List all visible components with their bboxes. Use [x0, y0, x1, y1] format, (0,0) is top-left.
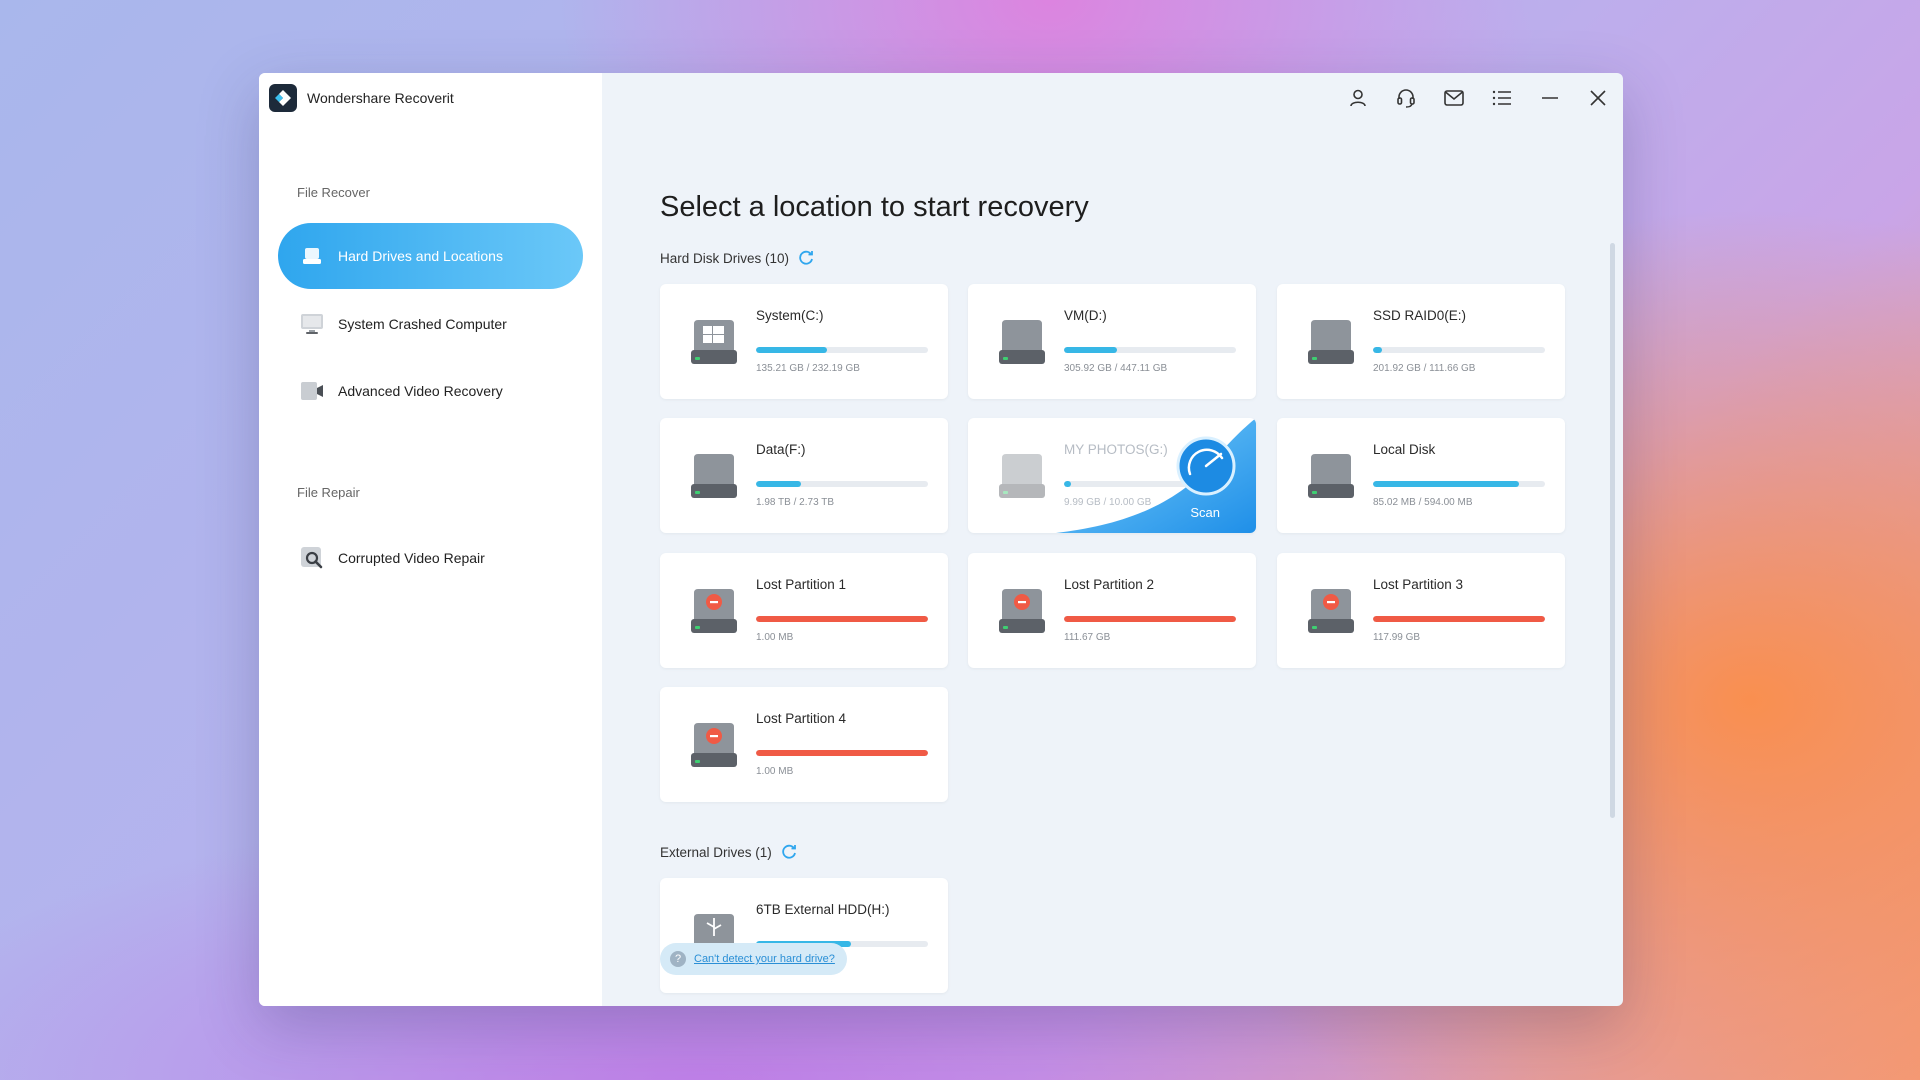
drive-card[interactable]: MY PHOTOS(G:) 9.99 GB / 10.00 GB Scan	[968, 418, 1256, 533]
drive-size: 1.00 MB	[756, 632, 794, 643]
drive-name: 6TB External HDD(H:)	[756, 902, 890, 917]
usage-bar	[756, 481, 928, 487]
section-file-repair: File Repair	[297, 485, 360, 500]
drive-size: 201.92 GB / 111.66 GB	[1373, 363, 1476, 374]
menu-icon[interactable]	[1487, 83, 1517, 113]
drive-card[interactable]: 6TB External HDD(H:)	[660, 878, 948, 993]
monitor-icon	[300, 313, 324, 335]
drive-card[interactable]: Lost Partition 3 117.99 GB	[1277, 553, 1565, 668]
external-drives-header: External Drives (1)	[660, 843, 798, 861]
usage-bar-fill	[1064, 347, 1118, 353]
sidebar-item-corrupted-video-repair[interactable]: Corrupted Video Repair	[278, 525, 583, 591]
drive-size: 117.99 GB	[1373, 632, 1421, 643]
scrollbar[interactable]	[1610, 243, 1615, 818]
question-icon: ?	[670, 951, 686, 967]
drive-card[interactable]: Lost Partition 4 1.00 MB	[660, 687, 948, 802]
drive-size: 305.92 GB / 447.11 GB	[1064, 363, 1168, 374]
usage-bar	[1373, 347, 1545, 353]
cant-detect-drive-link[interactable]: Can't detect your hard drive?	[694, 953, 835, 965]
drive-name: Data(F:)	[756, 442, 806, 457]
drive-name: Lost Partition 2	[1064, 577, 1155, 592]
hard-disk-drives-header: Hard Disk Drives (10)	[660, 249, 815, 267]
drive-card[interactable]: Lost Partition 2 111.67 GB	[968, 553, 1256, 668]
help-pill: ? Can't detect your hard drive?	[660, 943, 847, 975]
windows-drive-icon	[688, 318, 740, 368]
drive-size: 1.98 TB / 2.73 TB	[756, 497, 835, 508]
drive-card[interactable]: Local Disk 85.02 MB / 594.00 MB	[1277, 418, 1565, 533]
usage-bar-fill	[756, 481, 801, 487]
main-panel: Select a location to start recovery Hard…	[602, 73, 1623, 1006]
drive-name: Lost Partition 4	[756, 711, 847, 726]
usage-bar	[756, 750, 928, 756]
sidebar-item-label: Advanced Video Recovery	[338, 383, 503, 399]
refresh-icon[interactable]	[797, 249, 815, 267]
sidebar-item-label: Corrupted Video Repair	[338, 550, 485, 566]
mail-icon[interactable]	[1439, 83, 1469, 113]
drive-name: VM(D:)	[1064, 308, 1107, 323]
drive-name: Lost Partition 3	[1373, 577, 1464, 592]
usage-bar	[756, 616, 928, 622]
drive-card[interactable]: System(C:) 135.21 GB / 232.19 GB	[660, 284, 948, 399]
sidebar: Wondershare Recoverit File Recover Hard …	[259, 73, 602, 1006]
usage-bar	[1373, 616, 1545, 622]
lost-partition-icon	[1305, 587, 1357, 637]
hard-drive-icon	[300, 245, 324, 267]
video-repair-icon	[300, 547, 324, 569]
usage-bar-fill	[1373, 616, 1545, 622]
hard-drive-icon	[688, 452, 740, 502]
drive-size: 135.21 GB / 232.19 GB	[756, 363, 860, 374]
section-file-recover: File Recover	[297, 185, 370, 200]
scan-button-label[interactable]: Scan	[1190, 505, 1220, 520]
drive-card[interactable]: SSD RAID0(E:) 201.92 GB / 111.66 GB	[1277, 284, 1565, 399]
titlebar-controls	[1343, 83, 1613, 113]
recoverit-logo-icon	[269, 84, 297, 112]
drive-size: 111.67 GB	[1064, 632, 1111, 643]
usage-bar-fill	[1064, 616, 1236, 622]
drive-card[interactable]: VM(D:) 305.92 GB / 447.11 GB	[968, 284, 1256, 399]
usage-bar	[1064, 347, 1236, 353]
drive-size: 1.00 MB	[756, 766, 794, 777]
external-drives-label: External Drives (1)	[660, 844, 772, 860]
user-icon[interactable]	[1343, 83, 1373, 113]
page-title: Select a location to start recovery	[660, 191, 1089, 223]
sidebar-item-advanced-video[interactable]: Advanced Video Recovery	[278, 358, 583, 424]
sidebar-item-hard-drives[interactable]: Hard Drives and Locations	[278, 223, 583, 289]
hard-drive-icon	[996, 452, 1048, 502]
usage-bar-fill	[756, 750, 928, 756]
hard-drive-icon	[1305, 318, 1357, 368]
usage-bar	[1373, 481, 1545, 487]
minimize-icon[interactable]	[1535, 83, 1565, 113]
sidebar-item-system-crashed[interactable]: System Crashed Computer	[278, 291, 583, 357]
drive-name: Local Disk	[1373, 442, 1436, 457]
app-title-bar: Wondershare Recoverit	[269, 83, 454, 113]
drive-card[interactable]: Lost Partition 1 1.00 MB	[660, 553, 948, 668]
lost-partition-icon	[996, 587, 1048, 637]
usage-bar-fill	[756, 347, 827, 353]
sidebar-item-label: Hard Drives and Locations	[338, 248, 503, 264]
close-icon[interactable]	[1583, 83, 1613, 113]
headset-icon[interactable]	[1391, 83, 1421, 113]
usage-bar-fill	[1373, 481, 1520, 487]
drive-name: System(C:)	[756, 308, 824, 323]
hard-drive-icon	[1305, 452, 1357, 502]
video-camera-icon	[300, 380, 324, 402]
scan-swoosh	[1056, 418, 1256, 533]
usage-bar	[756, 347, 928, 353]
drive-name: SSD RAID0(E:)	[1373, 308, 1467, 323]
refresh-icon[interactable]	[780, 843, 798, 861]
app-name: Wondershare Recoverit	[307, 90, 454, 106]
usage-bar	[1064, 616, 1236, 622]
app-window: Wondershare Recoverit File Recover Hard …	[259, 73, 1623, 1006]
drive-card[interactable]: Data(F:) 1.98 TB / 2.73 TB	[660, 418, 948, 533]
hard-disk-drives-label: Hard Disk Drives (10)	[660, 250, 790, 266]
drive-size: 85.02 MB / 594.00 MB	[1373, 497, 1473, 508]
lost-partition-icon	[688, 721, 740, 771]
drive-name: Lost Partition 1	[756, 577, 847, 592]
usage-bar-fill	[1373, 347, 1382, 353]
lost-partition-icon	[688, 587, 740, 637]
usage-bar-fill	[756, 616, 928, 622]
sidebar-item-label: System Crashed Computer	[338, 316, 507, 332]
hard-drive-icon	[996, 318, 1048, 368]
